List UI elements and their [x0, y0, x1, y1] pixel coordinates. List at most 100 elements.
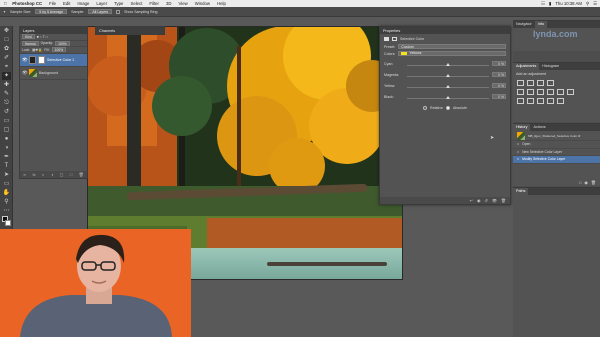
hand-tool-icon[interactable]: ✋ [2, 189, 11, 197]
menu-3d[interactable]: 3D [162, 1, 175, 6]
black-slider[interactable] [407, 96, 489, 99]
new-layer-icon[interactable]: □ [70, 172, 72, 177]
menu-filter[interactable]: Filter [146, 1, 163, 6]
channel-mixer-icon[interactable] [566, 89, 574, 95]
link-layers-icon[interactable]: ∞ [23, 172, 26, 177]
black-white-icon[interactable] [546, 89, 554, 95]
menu-view[interactable]: View [175, 1, 191, 6]
gradient-map-icon[interactable] [546, 98, 554, 104]
battery-icon[interactable]: ▮ [549, 1, 551, 7]
spotlight-search-icon[interactable]: ⚲ [586, 1, 589, 7]
trash-icon[interactable]: 🗑 [79, 172, 84, 177]
history-brush-tool-icon[interactable]: ↺ [2, 108, 11, 116]
eye-icon[interactable]: 👁 [22, 70, 28, 76]
path-selection-tool-icon[interactable]: ➤ [2, 171, 11, 179]
clone-stamp-tool-icon[interactable]: ⎋ [2, 99, 11, 107]
menu-select[interactable]: Select [127, 1, 146, 6]
new-group-icon[interactable]: ▢ [60, 172, 64, 177]
marquee-tool-icon[interactable]: □ [2, 36, 11, 44]
cyan-value[interactable]: 0 % [492, 61, 506, 66]
layer-kind-filter[interactable]: Kind [22, 34, 35, 40]
menubar-clock[interactable]: Thu 10:38 AM [555, 1, 582, 6]
menu-layer[interactable]: Layer [93, 1, 111, 6]
crop-tool-icon[interactable]: ⌖ [2, 63, 11, 71]
apple-icon[interactable]:  [0, 1, 10, 6]
posterize-icon[interactable] [526, 98, 534, 104]
threshold-icon[interactable] [536, 98, 544, 104]
selective-color-adj-icon[interactable] [556, 98, 564, 104]
history-item-new-layer[interactable]: □ New Selective Color Layer [513, 149, 600, 156]
exposure-icon[interactable] [546, 80, 554, 86]
layer-row-background[interactable]: 👁 Background [20, 67, 87, 80]
channels-tab[interactable]: Channels [99, 29, 115, 33]
levels-icon[interactable] [526, 80, 534, 86]
color-swatches-icon[interactable] [2, 216, 11, 228]
lasso-tool-icon[interactable]: ✿ [2, 45, 11, 53]
absolute-radio[interactable] [445, 105, 450, 110]
blend-mode-select[interactable]: Normal [22, 40, 39, 46]
magenta-slider-knob[interactable] [446, 74, 450, 77]
menu-edit[interactable]: Edit [60, 1, 74, 6]
dodge-tool-icon[interactable]: ◑ [2, 144, 11, 152]
filter-icons[interactable]: ■○T□ [37, 35, 49, 39]
zoom-tool-icon[interactable]: ⚲ [2, 198, 11, 206]
gradient-tool-icon[interactable]: ▢ [2, 126, 11, 134]
menu-window[interactable]: Window [191, 1, 213, 6]
shape-tool-icon[interactable]: ▭ [2, 180, 11, 188]
blur-tool-icon[interactable]: ● [2, 135, 11, 143]
healing-brush-tool-icon[interactable]: ✚ [2, 81, 11, 89]
type-tool-icon[interactable]: T [2, 162, 11, 170]
history-item-modify-layer[interactable]: □ Modify Selective Color Layer [513, 156, 600, 164]
more-tools-icon[interactable]: ⋯ [2, 207, 11, 215]
visibility-icon[interactable]: 👁 [492, 198, 497, 203]
lock-icons[interactable]: ▦✚🔒 [32, 48, 42, 52]
color-balance-icon[interactable] [536, 89, 544, 95]
layer-name[interactable]: Background [39, 71, 58, 75]
curves-icon[interactable] [536, 80, 544, 86]
new-adjustment-icon[interactable]: ◑ [51, 172, 53, 177]
layer-row-selective-color[interactable]: 👁 Selective Color 1 [20, 53, 87, 67]
layers-tab[interactable]: Layers [23, 29, 34, 33]
reset-icon[interactable]: ↺ [484, 198, 487, 203]
view-previous-icon[interactable]: ◉ [477, 198, 481, 203]
notification-center-icon[interactable]: ☰ [593, 1, 597, 7]
layer-style-icon[interactable]: fx [32, 172, 35, 177]
relative-radio[interactable] [423, 105, 427, 110]
move-tool-icon[interactable]: ✥ [2, 27, 11, 35]
cyan-slider-knob[interactable] [446, 63, 450, 66]
menu-help[interactable]: Help [214, 1, 230, 6]
preset-select[interactable]: Custom [398, 44, 506, 49]
eye-icon[interactable]: 👁 [22, 57, 28, 63]
layer-name[interactable]: Selective Color 1 [47, 58, 74, 62]
eyedropper-tool-icon[interactable]: ✦ [3, 10, 6, 14]
yellow-slider-knob[interactable] [446, 85, 450, 88]
clip-to-layer-icon[interactable]: ↵ [470, 198, 473, 203]
magenta-value[interactable]: 0 % [492, 72, 506, 77]
brightness-contrast-icon[interactable] [516, 80, 524, 86]
yellow-value[interactable]: 0 % [492, 83, 506, 88]
tab-histogram[interactable]: Histogram [539, 63, 562, 70]
menu-type[interactable]: Type [111, 1, 127, 6]
black-value[interactable]: 0 % [492, 94, 506, 99]
properties-tab[interactable]: Properties [383, 29, 400, 33]
show-sampling-ring-checkbox[interactable] [116, 9, 121, 14]
opacity-field[interactable]: 100% [55, 40, 70, 46]
magenta-slider[interactable] [407, 74, 489, 77]
layer-mask-thumbnail[interactable] [38, 55, 45, 64]
tab-history[interactable]: History [513, 124, 531, 131]
tab-adjustments[interactable]: Adjustments [513, 63, 540, 70]
eyedropper-tool-icon[interactable]: ✦ [2, 72, 11, 80]
invert-icon[interactable] [516, 98, 524, 104]
brush-tool-icon[interactable]: ✎ [2, 90, 11, 98]
tab-navigator[interactable]: Navigator [513, 21, 535, 28]
menu-app-name[interactable]: Photoshop CC [10, 1, 45, 6]
cyan-slider[interactable] [407, 63, 489, 66]
black-slider-knob[interactable] [446, 96, 450, 99]
trash-icon[interactable]: 🗑 [591, 180, 596, 185]
menu-file[interactable]: File [46, 1, 60, 6]
menu-image[interactable]: Image [74, 1, 93, 6]
wifi-icon[interactable]: ☷ [541, 1, 545, 7]
camera-icon[interactable]: ◉ [584, 180, 588, 185]
eraser-tool-icon[interactable]: ▭ [2, 117, 11, 125]
history-item-open[interactable]: □ Open [513, 141, 600, 149]
